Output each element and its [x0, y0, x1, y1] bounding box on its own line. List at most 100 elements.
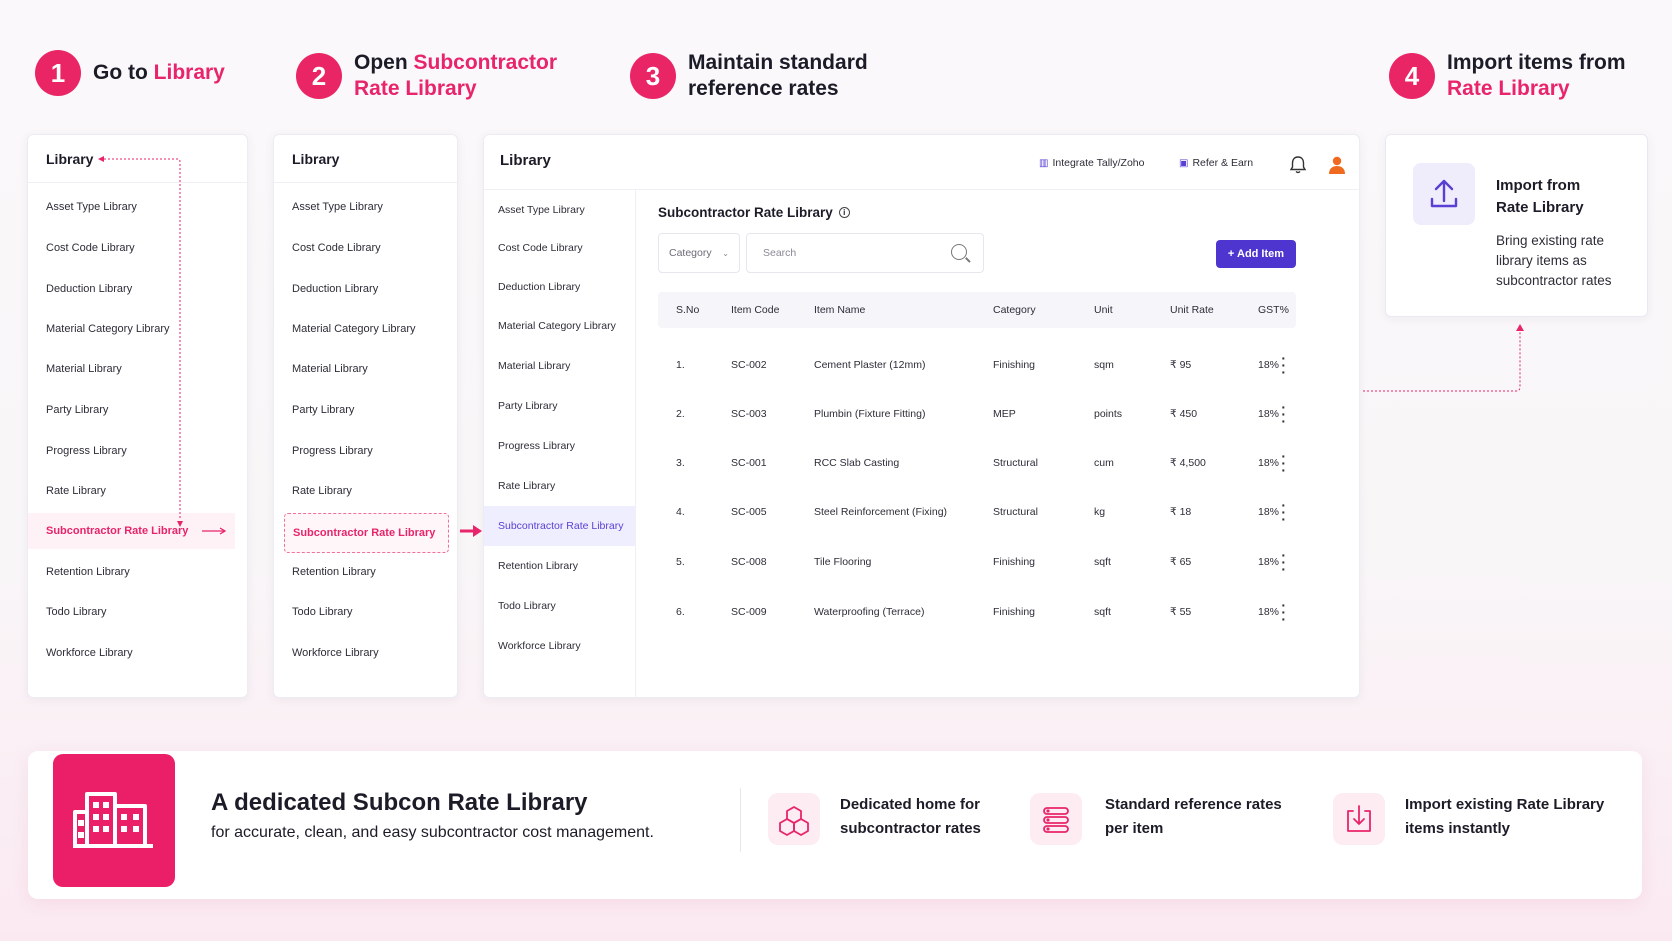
column-header[interactable]: S.No: [676, 304, 699, 316]
sidebar-item-material-category[interactable]: Material Category Library: [28, 311, 247, 347]
sidebar-item-asset-type[interactable]: Asset Type Library: [484, 192, 635, 228]
table-cell: ₹ 65: [1170, 556, 1192, 568]
cube-icon: [779, 806, 809, 836]
buildings-icon: [73, 792, 153, 848]
info-icon[interactable]: i: [838, 207, 850, 218]
sidebar-item-todo[interactable]: Todo Library: [28, 594, 247, 630]
sidebar-item-workforce[interactable]: Workforce Library: [274, 635, 457, 671]
page-title: Subcontractor Rate Library i: [658, 205, 850, 220]
sidebar-item-material[interactable]: Material Library: [484, 348, 635, 384]
sidebar-item-subcontractor-rate[interactable]: Subcontractor Rate Library: [284, 513, 449, 553]
table-cell: SC-001: [731, 457, 767, 469]
column-header[interactable]: Item Name: [814, 304, 865, 316]
table-cell: ₹ 450: [1170, 408, 1198, 420]
sidebar-item-material-category[interactable]: Material Category Library: [484, 308, 635, 344]
table-cell: SC-008: [731, 556, 767, 568]
library-panel-step-1: Library Asset Type Library Cost Code Lib…: [27, 134, 248, 698]
table-row[interactable]: 1. SC-002 Cement Plaster (12mm) Finishing sq…: [658, 341, 1296, 390]
sidebar-item-cost-code[interactable]: Cost Code Library: [274, 230, 457, 266]
app-title: Library: [500, 152, 551, 169]
category-select[interactable]: Category ⌄: [658, 233, 740, 273]
table-cell: Finishing: [993, 556, 1036, 568]
more-options-icon[interactable]: · · ·: [1281, 598, 1286, 626]
table-row[interactable]: 6. SC-009 Waterproofing (Terrace) Finishing…: [658, 588, 1296, 637]
sidebar-item-workforce[interactable]: Workforce Library: [28, 635, 247, 671]
table-cell: 18%: [1258, 556, 1280, 568]
add-item-button[interactable]: + Add Item: [1216, 240, 1296, 268]
search-icon: [951, 244, 967, 260]
feature-icon-tile: [768, 793, 820, 845]
table-row[interactable]: 2. SC-003 Plumbin (Fixture Fitting) MEP poin…: [658, 390, 1296, 439]
feature-text: Dedicated home for subcontractor rates: [840, 796, 981, 837]
sidebar-item-material-category[interactable]: Material Category Library: [274, 311, 457, 347]
table-row[interactable]: 5. SC-008 Tile Flooring Finishing sqft ₹ 65 18…: [658, 538, 1296, 587]
list-icon: [1043, 807, 1069, 833]
sidebar-item-todo[interactable]: Todo Library: [274, 594, 457, 630]
step-title: Import items from Rate Library: [1447, 51, 1626, 100]
sidebar-item-retention[interactable]: Retention Library: [274, 554, 457, 590]
sidebar-item-asset-type[interactable]: Asset Type Library: [28, 189, 247, 225]
column-header[interactable]: Category: [993, 304, 1036, 316]
brand-tile: [53, 754, 175, 887]
table-cell: sqft: [1094, 556, 1111, 568]
sidebar-item-progress[interactable]: Progress Library: [484, 428, 635, 464]
sidebar-item-rate[interactable]: Rate Library: [484, 468, 635, 504]
step-2: 2 Open Subcontractor Rate Library: [296, 50, 574, 102]
sidebar-item-material[interactable]: Material Library: [28, 351, 247, 387]
more-options-icon[interactable]: · · ·: [1281, 498, 1286, 526]
feature-icon-tile: [1030, 793, 1082, 845]
sidebar-item-retention[interactable]: Retention Library: [28, 554, 247, 590]
sidebar-item-subcontractor-rate[interactable]: Subcontractor Rate Library: [28, 513, 235, 549]
column-header[interactable]: Unit: [1094, 304, 1113, 316]
chevron-down-icon: ⌄: [722, 248, 729, 258]
sidebar-item-todo[interactable]: Todo Library: [484, 588, 635, 624]
refer-earn-link[interactable]: ▣ Refer & Earn: [1179, 157, 1253, 169]
search-input[interactable]: Search: [746, 233, 984, 273]
sidebar-item-material[interactable]: Material Library: [274, 351, 457, 387]
sidebar-item-cost-code[interactable]: Cost Code Library: [484, 230, 635, 266]
step-title: Go to Library: [93, 61, 225, 84]
sidebar-item-asset-type[interactable]: Asset Type Library: [274, 189, 457, 225]
sidebar-item-party[interactable]: Party Library: [484, 388, 635, 424]
table-row[interactable]: 3. SC-001 RCC Slab Casting Structural cum ₹ 4…: [658, 439, 1296, 488]
panel-title: Library: [274, 135, 457, 183]
import-card-title: Import from Rate Library: [1496, 177, 1584, 216]
feature-banner: A dedicated Subcon Rate Library for accu…: [28, 751, 1642, 899]
sidebar-item-progress[interactable]: Progress Library: [274, 433, 457, 469]
column-header[interactable]: Unit Rate: [1170, 304, 1214, 316]
more-options-icon[interactable]: · · ·: [1281, 548, 1286, 576]
arrow-head-right-icon: [473, 525, 482, 537]
sidebar-item-subcontractor-rate[interactable]: Subcontractor Rate Library: [484, 506, 635, 546]
import-card[interactable]: Import from Rate Library Bring existing …: [1385, 134, 1648, 317]
sidebar-item-workforce[interactable]: Workforce Library: [484, 628, 635, 664]
step-4: 4 Import items from Rate Library: [1389, 50, 1647, 102]
table-cell: SC-005: [731, 506, 767, 518]
avatar[interactable]: [1327, 155, 1347, 175]
column-header[interactable]: GST%: [1258, 304, 1289, 316]
sidebar-item-deduction[interactable]: Deduction Library: [28, 271, 247, 307]
table-cell: 4.: [676, 506, 685, 518]
table-cell: kg: [1094, 506, 1106, 518]
sidebar-item-party[interactable]: Party Library: [28, 392, 247, 428]
table-cell: Waterproofing (Terrace): [814, 606, 925, 618]
more-options-icon[interactable]: · · ·: [1281, 400, 1286, 428]
integrate-link[interactable]: ▥ Integrate Tally/Zoho: [1039, 157, 1144, 169]
sidebar-item-cost-code[interactable]: Cost Code Library: [28, 230, 247, 266]
table-row[interactable]: 4. SC-005 Steel Reinforcement (Fixing) Stru…: [658, 488, 1296, 537]
sidebar-item-deduction[interactable]: Deduction Library: [274, 271, 457, 307]
sidebar-item-party[interactable]: Party Library: [274, 392, 457, 428]
sidebar-item-progress[interactable]: Progress Library: [28, 433, 247, 469]
column-header[interactable]: Item Code: [731, 304, 779, 316]
sidebar-item-retention[interactable]: Retention Library: [484, 548, 635, 584]
sidebar-item-deduction[interactable]: Deduction Library: [484, 269, 635, 305]
table-cell: 18%: [1258, 606, 1280, 618]
step-number: 4: [1389, 53, 1435, 99]
more-options-icon[interactable]: · · ·: [1281, 449, 1286, 477]
sidebar-item-rate[interactable]: Rate Library: [28, 473, 247, 509]
table-cell: 6.: [676, 606, 685, 618]
more-options-icon[interactable]: · · ·: [1281, 351, 1286, 379]
bell-icon[interactable]: [1288, 155, 1308, 175]
sidebar-item-rate[interactable]: Rate Library: [274, 473, 457, 509]
banner-subtitle: for accurate, clean, and easy subcontrac…: [211, 824, 654, 841]
upload-tile: [1413, 163, 1475, 225]
